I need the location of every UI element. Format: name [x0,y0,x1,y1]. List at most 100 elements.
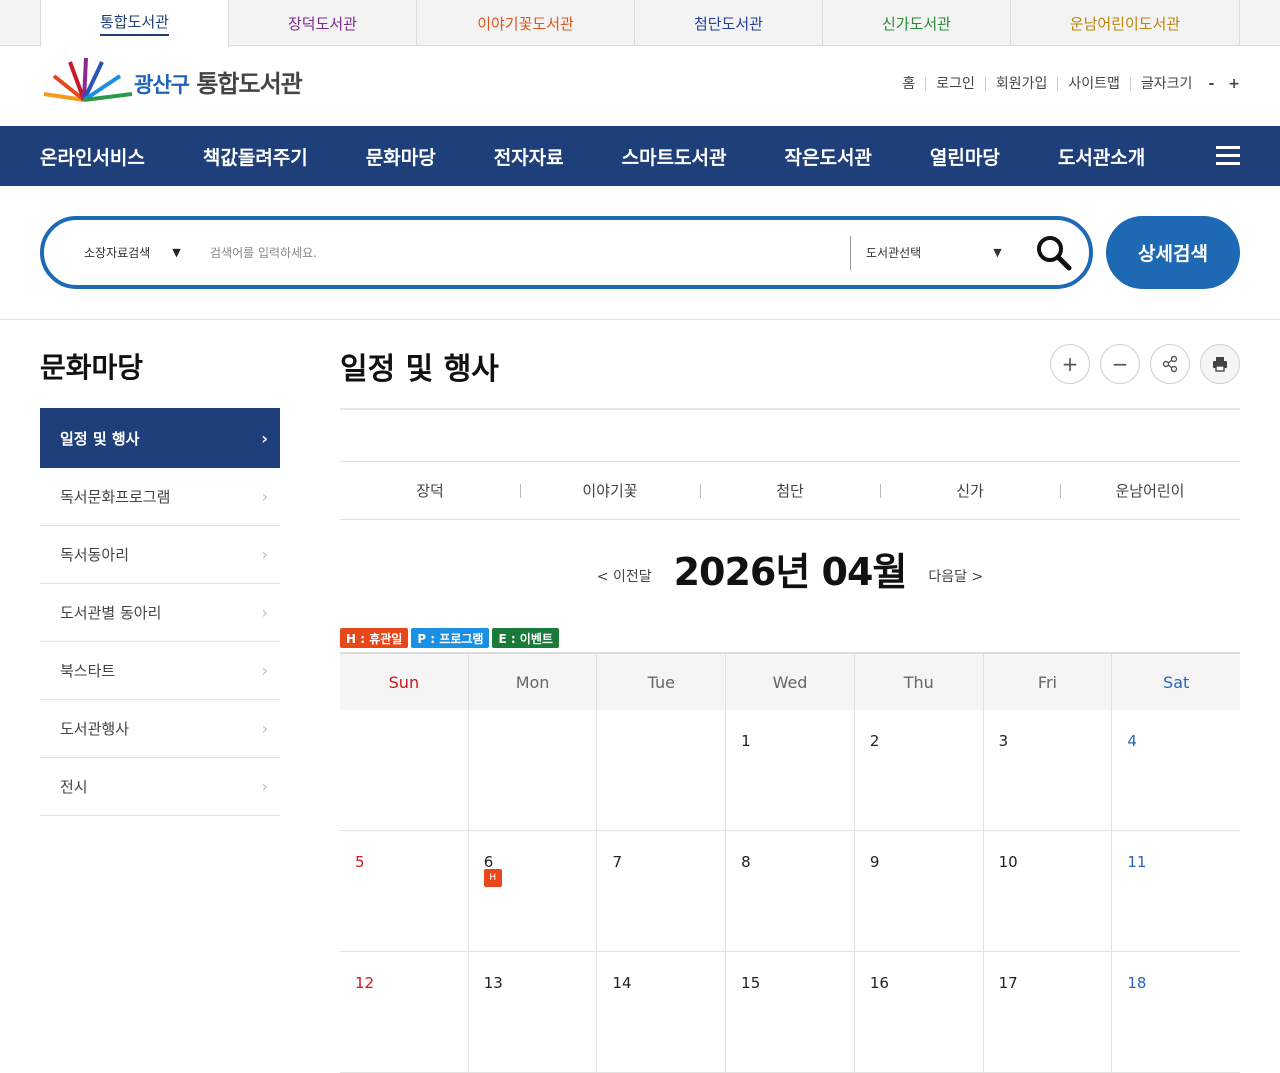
zoom-out-button[interactable]: − [1100,344,1140,384]
library-filter-tabs: 장덕 이야기꽃 첨단 신가 운남어린이 [340,461,1240,520]
calendar-day[interactable]: 3 [984,710,1113,830]
sidebar-item-bookstart[interactable]: 북스타트 › [40,642,280,700]
sidebar-menu: 일정 및 행사 › 독서문화프로그램 › 독서동아리 › 도서관별 동아리 › 북스타트… [40,408,280,816]
tab-jangdeok-library[interactable]: 장덕도서관 [229,0,417,46]
gnb-item-library-intro[interactable]: 도서관소개 [1058,143,1145,170]
gnb-item-culture[interactable]: 문화마당 [366,143,436,170]
sidebar-item-label: 북스타트 [60,662,116,680]
sidebar-item-label: 일정 및 행사 [60,429,140,448]
calendar-week-row: 5 6 H 7 8 9 10 11 [340,831,1240,952]
calendar-week-row: 12 13 14 15 16 17 18 [340,952,1240,1073]
tab-unnam-children-library[interactable]: 운남어린이도서관 [1011,0,1240,46]
site-logo[interactable]: 광산구 통합도서관 [40,56,330,106]
zoom-in-button[interactable]: + [1050,344,1090,384]
tab-label: 장덕도서관 [287,14,357,33]
gnb-item-online-service[interactable]: 온라인서비스 [40,143,145,170]
plus-icon: + [1061,352,1079,376]
chevron-right-icon: › [261,777,268,796]
calendar-day[interactable]: 4 [1112,710,1240,830]
advanced-search-button[interactable]: 상세검색 [1106,216,1240,289]
library-tabs: 통합도서관 장덕도서관 이야기꽃도서관 첨단도서관 신가도서관 운남어린이도서관 [40,0,1240,47]
sidebar-item-library-clubs[interactable]: 도서관별 동아리 › [40,584,280,642]
join-link[interactable]: 회원가입 [984,77,1058,91]
tab-unnam-children[interactable]: 운남어린이 [1060,462,1240,519]
gnb-item-e-resources[interactable]: 전자자료 [494,143,564,170]
sidebar-item-schedule-events[interactable]: 일정 및 행사 › [40,408,280,468]
search-area: 소장자료검색 ▼ 도서관선택 ▼ 상세검색 [0,186,1280,320]
next-month-link[interactable]: 다음달 > [928,566,983,586]
tab-singa[interactable]: 신가 [880,462,1060,519]
sidebar-item-exhibition[interactable]: 전시 › [40,758,280,816]
home-link[interactable]: 홈 [892,77,925,91]
print-button[interactable] [1200,344,1240,384]
calendar: Sun Mon Tue Wed Thu Fri Sat 1 2 3 4 5 6 … [340,652,1240,1073]
search-input[interactable] [210,240,830,266]
gnb-item-book-refund[interactable]: 책값돌려주기 [203,143,308,170]
calendar-day[interactable]: 10 [984,831,1113,951]
legend-holiday: H : 휴관일 [340,628,409,648]
tab-label: 통합도서관 [99,11,169,36]
calendar-day-holiday[interactable]: 6 H [469,831,598,951]
calendar-day[interactable]: 9 [855,831,984,951]
hamburger-menu-icon[interactable] [1216,146,1240,166]
library-select[interactable]: 도서관선택 ▼ [866,220,1002,285]
calendar-day[interactable]: 17 [984,952,1113,1072]
calendar-day[interactable]: 14 [597,952,727,1072]
tab-integrated-library[interactable]: 통합도서관 [40,0,229,47]
legend-program: P : 프로그램 [411,628,490,648]
calendar-day[interactable]: 8 [726,831,855,951]
tab-jangdeok[interactable]: 장덕 [340,462,520,519]
chevron-right-icon: › [261,661,268,680]
tab-label: 운남어린이도서관 [1069,14,1181,33]
sidebar-item-reading-program[interactable]: 독서문화프로그램 › [40,468,280,526]
tab-cheomdan-library[interactable]: 첨단도서관 [635,0,823,46]
search-divider [850,236,851,270]
gnb-item-small-library[interactable]: 작은도서관 [785,143,872,170]
sidebar-item-reading-club[interactable]: 독서동아리 › [40,526,280,584]
tab-label: 이야기꽃도서관 [477,14,574,33]
search-category-select[interactable]: 소장자료검색 ▼ [84,220,181,285]
tab-cheomdan[interactable]: 첨단 [700,462,880,519]
library-select-value: 도서관선택 [866,246,922,260]
share-button[interactable] [1150,344,1190,384]
tab-iyagikkot[interactable]: 이야기꽃 [520,462,700,519]
library-tab-bar: 통합도서관 장덕도서관 이야기꽃도서관 첨단도서관 신가도서관 운남어린이도서관 [0,0,1280,47]
sidebar-title: 문화마당 [40,351,144,384]
weekday-tue: Tue [597,654,727,710]
tab-label: 첨단도서관 [693,14,763,33]
legend-event: E : 이벤트 [492,628,559,648]
search-icon[interactable] [1034,234,1074,272]
holiday-badge[interactable]: H [483,869,502,887]
calendar-day[interactable]: 12 [340,952,469,1072]
calendar-day [597,710,727,830]
current-month: 2026년 04월 [673,550,908,594]
font-size-decrease-button[interactable]: - [1202,76,1214,92]
calendar-day[interactable]: 16 [855,952,984,1072]
calendar-day[interactable]: 5 [340,831,469,951]
weekday-wed: Wed [726,654,855,710]
calendar-day[interactable]: 2 [855,710,984,830]
calendar-day[interactable]: 1 [726,710,855,830]
calendar-day[interactable]: 7 [597,831,727,951]
login-link[interactable]: 로그인 [925,77,985,91]
font-size-increase-button[interactable]: + [1214,76,1240,92]
tab-iyagikkot-library[interactable]: 이야기꽃도서관 [417,0,635,46]
tab-singa-library[interactable]: 신가도서관 [823,0,1011,46]
logo-text-district: 광산구 [134,72,190,97]
header: 광산구 통합도서관 홈 로그인 회원가입 사이트맵 글자크기 - + [0,46,1280,126]
font-size-label: 글자크기 [1129,77,1203,91]
calendar-day[interactable]: 11 [1112,831,1240,951]
chevron-right-icon: › [261,487,268,506]
sidebar-item-label: 도서관행사 [60,720,130,738]
calendar-day[interactable]: 18 [1112,952,1240,1072]
calendar-day[interactable]: 15 [726,952,855,1072]
gnb-item-open-forum[interactable]: 열린마당 [930,143,1000,170]
calendar-day[interactable]: 13 [469,952,598,1072]
printer-icon [1213,357,1227,372]
sidebar-item-library-events[interactable]: 도서관행사 › [40,700,280,758]
chevron-right-icon: › [261,545,268,564]
chevron-right-icon: › [261,428,268,448]
prev-month-link[interactable]: < 이전달 [597,566,652,586]
sitemap-link[interactable]: 사이트맵 [1057,77,1130,91]
gnb-item-smart-library[interactable]: 스마트도서관 [622,143,727,170]
